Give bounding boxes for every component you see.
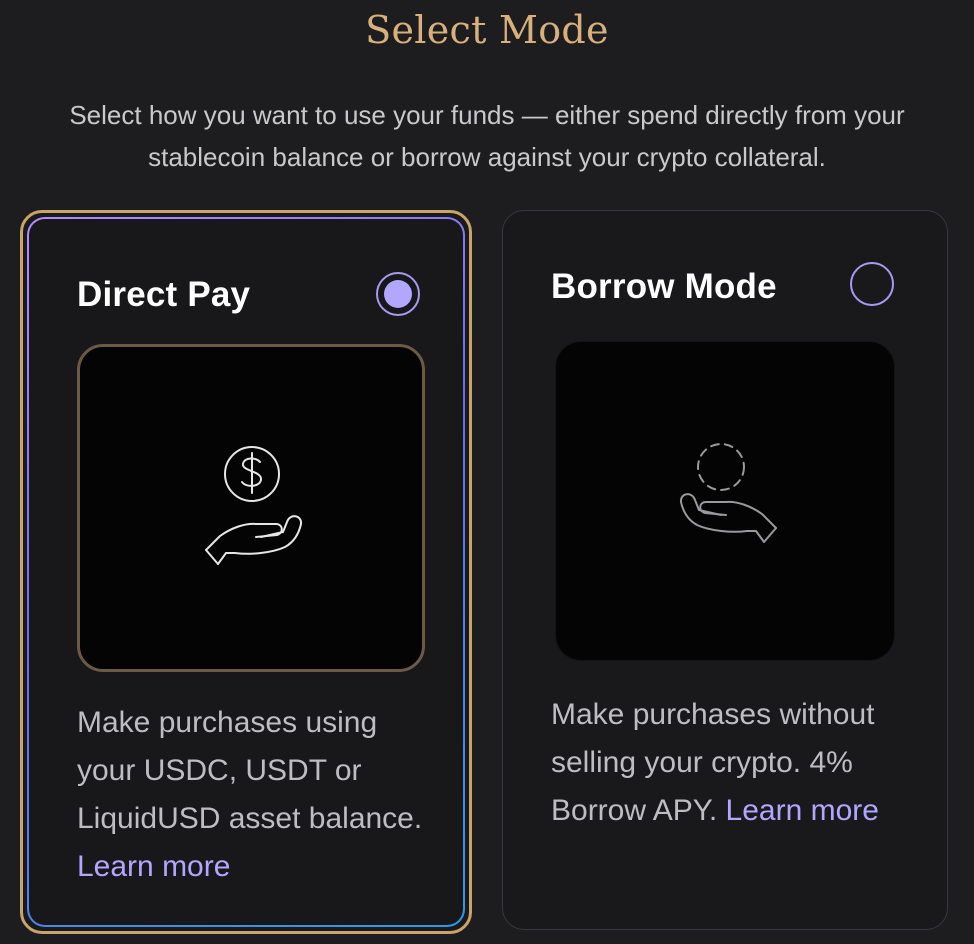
direct-pay-learn-more-link[interactable]: Learn more [77, 850, 230, 883]
borrow-mode-description: Make purchases without selling your cryp… [551, 691, 921, 835]
borrow-mode-illustration [555, 341, 895, 661]
select-mode-panel: Select Mode Select how you want to use y… [0, 0, 974, 944]
direct-pay-radio[interactable] [376, 272, 420, 316]
hand-holding-dashed-coin-icon [679, 443, 777, 543]
borrow-mode-learn-more-link[interactable]: Learn more [726, 794, 879, 827]
direct-pay-description-text: Make purchases using your USDC, USDT or … [77, 706, 423, 835]
direct-pay-description: Make purchases using your USDC, USDT or … [77, 699, 437, 891]
radio-selected-dot [384, 280, 412, 308]
selected-card-highlight: Direct Pay Make purchases using your USD… [27, 217, 465, 927]
hand-holding-dollar-icon [205, 446, 303, 565]
direct-pay-illustration [77, 344, 425, 672]
borrow-mode-title: Borrow Mode [551, 267, 777, 306]
borrow-mode-radio[interactable] [850, 262, 894, 306]
direct-pay-title: Direct Pay [77, 275, 251, 314]
page-subtitle: Select how you want to use your funds — … [69, 100, 905, 172]
page-title: Select Mode [365, 8, 609, 52]
borrow-mode-card[interactable]: Borrow Mode Make purchases without selli… [502, 210, 948, 930]
direct-pay-card[interactable]: Direct Pay Make purchases using your USD… [20, 210, 472, 934]
